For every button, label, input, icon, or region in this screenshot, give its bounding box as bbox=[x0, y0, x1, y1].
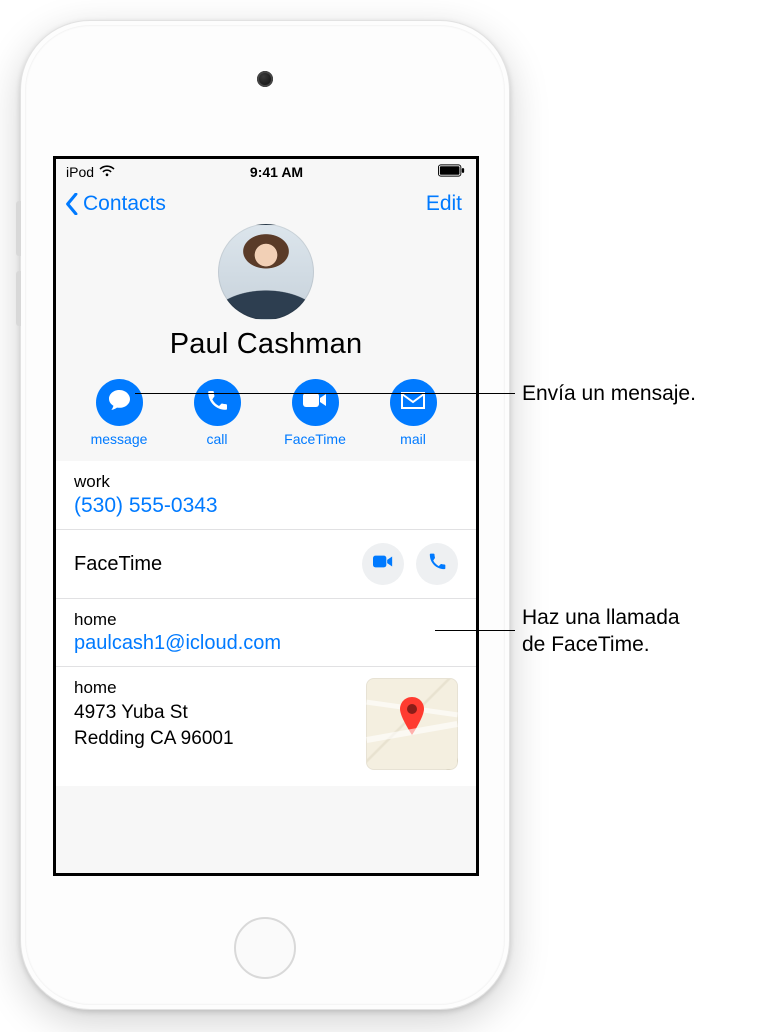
address-label: home bbox=[74, 678, 354, 698]
callout-facetime-line2: de FaceTime. bbox=[522, 633, 650, 656]
facetime-row-label: FaceTime bbox=[74, 553, 162, 576]
video-icon bbox=[372, 554, 394, 574]
contact-name: Paul Cashman bbox=[56, 328, 476, 361]
phone-value: (530) 555-0343 bbox=[74, 494, 458, 518]
contact-header: Paul Cashman bbox=[56, 216, 476, 373]
volume-down-button bbox=[16, 271, 21, 326]
volume-up-button bbox=[16, 201, 21, 256]
callout-line bbox=[435, 630, 515, 631]
call-button[interactable]: call bbox=[182, 379, 252, 447]
map-pin-icon bbox=[398, 697, 426, 742]
back-button[interactable]: Contacts bbox=[64, 192, 166, 216]
screen: iPod 9:41 AM Contacts Edit Paul Cashman bbox=[53, 156, 479, 876]
message-label: message bbox=[91, 431, 148, 447]
call-label: call bbox=[206, 431, 227, 447]
edit-button[interactable]: Edit bbox=[426, 192, 462, 216]
phone-icon bbox=[428, 552, 447, 576]
clock: 9:41 AM bbox=[250, 164, 303, 180]
device-label: iPod bbox=[66, 164, 94, 180]
callout-line bbox=[135, 393, 515, 394]
back-label: Contacts bbox=[83, 192, 166, 216]
status-bar: iPod 9:41 AM bbox=[56, 159, 476, 182]
address-line2: Redding CA 96001 bbox=[74, 726, 354, 752]
email-label: home bbox=[74, 610, 458, 630]
facetime-button[interactable]: FaceTime bbox=[280, 379, 350, 447]
mail-icon bbox=[400, 391, 426, 415]
phone-row[interactable]: work (530) 555-0343 bbox=[56, 461, 476, 530]
facetime-audio-button[interactable] bbox=[416, 543, 458, 585]
video-icon bbox=[302, 391, 328, 414]
front-camera bbox=[257, 71, 273, 87]
device-frame: iPod 9:41 AM Contacts Edit Paul Cashman bbox=[20, 20, 510, 1010]
callout-facetime: Haz una llamada de FaceTime. bbox=[522, 604, 680, 659]
avatar[interactable] bbox=[218, 224, 314, 320]
map-thumbnail[interactable] bbox=[366, 678, 458, 770]
facetime-label: FaceTime bbox=[284, 431, 346, 447]
details-list: work (530) 555-0343 FaceTime bbox=[56, 461, 476, 786]
email-value: paulcash1@icloud.com bbox=[74, 632, 458, 655]
phone-label: work bbox=[74, 472, 458, 492]
facetime-video-button[interactable] bbox=[362, 543, 404, 585]
wifi-icon bbox=[99, 164, 115, 180]
address-row[interactable]: home 4973 Yuba St Redding CA 96001 bbox=[56, 667, 476, 786]
mail-button[interactable]: mail bbox=[378, 379, 448, 447]
callout-facetime-line1: Haz una llamada bbox=[522, 606, 680, 629]
facetime-row: FaceTime bbox=[56, 530, 476, 599]
battery-icon bbox=[438, 164, 466, 180]
message-button[interactable]: message bbox=[84, 379, 154, 447]
address-line1: 4973 Yuba St bbox=[74, 700, 354, 726]
email-row[interactable]: home paulcash1@icloud.com bbox=[56, 599, 476, 667]
nav-bar: Contacts Edit bbox=[56, 182, 476, 216]
callout-message: Envía un mensaje. bbox=[522, 380, 696, 407]
message-icon bbox=[107, 388, 132, 417]
home-button[interactable] bbox=[234, 917, 296, 979]
mail-label: mail bbox=[400, 431, 426, 447]
action-row: message call FaceTime bbox=[56, 373, 476, 461]
